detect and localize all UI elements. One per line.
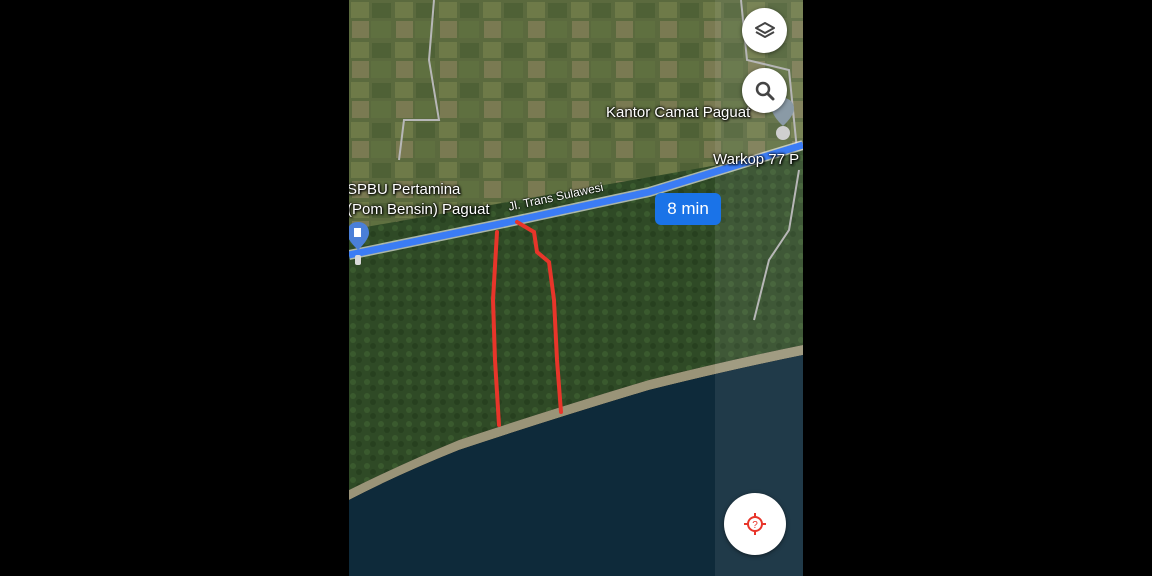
office-label[interactable]: Kantor Camat Paguat [606,104,750,121]
search-icon [755,81,774,100]
my-location-icon: ? [744,513,766,535]
layers-button[interactable] [742,8,787,53]
cafe-label[interactable]: Warkop 77 P [713,151,799,168]
route-duration-badge[interactable]: 8 min [655,193,721,225]
map-imagery [349,0,803,576]
gas-station-pin-icon[interactable] [349,222,369,274]
svg-text:?: ? [752,520,758,531]
satellite-map[interactable]: SPBU Pertamina (Pom Bensin) Paguat Kanto… [349,0,803,576]
gas-station-label-line2[interactable]: (Pom Bensin) Paguat [349,201,490,218]
my-location-button[interactable]: ? [724,493,786,555]
search-button[interactable] [742,68,787,113]
gas-station-label-line1[interactable]: SPBU Pertamina [349,181,460,198]
layers-icon [754,21,775,38]
